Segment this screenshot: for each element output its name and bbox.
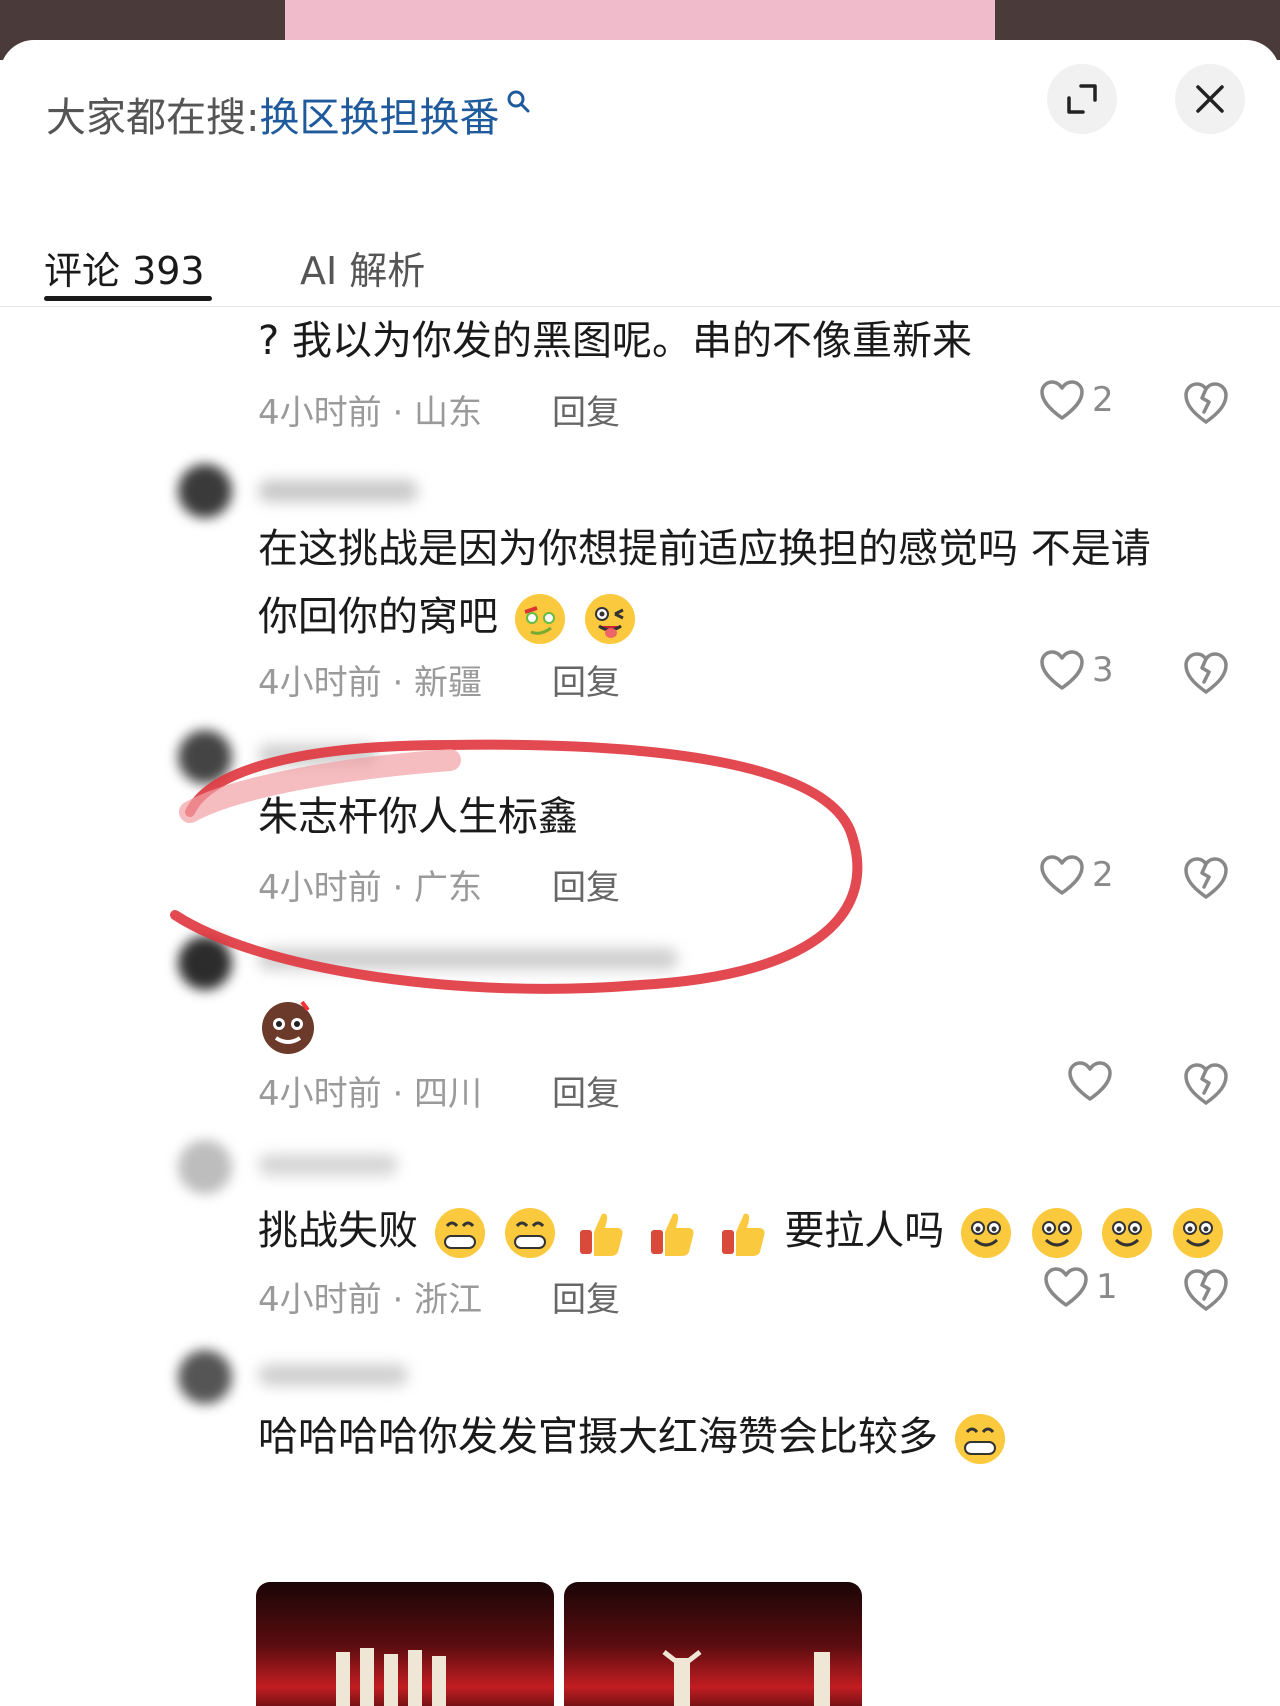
comment-2-like-count: 3 <box>1092 650 1114 690</box>
comment-5-meta: 4小时前 · 浙江 <box>258 1280 483 1320</box>
comment-5-like-button[interactable]: 1 <box>1042 1265 1118 1309</box>
username-blurred[interactable] <box>258 744 378 766</box>
comment-3-reply-button[interactable]: 回复 <box>552 860 620 909</box>
comment-3-like-button[interactable]: 2 <box>1038 853 1114 897</box>
username-blurred[interactable] <box>258 1364 408 1386</box>
comment-3-text: 朱志杆你人生标鑫 <box>258 794 578 840</box>
username-blurred[interactable] <box>258 948 678 970</box>
heart-icon <box>1040 855 1084 895</box>
comment-5-text: 挑战失败 要拉人吗 <box>258 1196 1227 1266</box>
thumbs-up-emoji-icon <box>721 1213 765 1256</box>
comment-2-like-button[interactable]: 3 <box>1038 648 1114 692</box>
trending-search-prefix: 大家都在搜: <box>46 95 260 141</box>
grin-emoji-icon <box>505 1208 556 1258</box>
wink-tongue-emoji-icon <box>585 594 636 644</box>
comment-1-reply-button[interactable]: 回复 <box>552 385 620 434</box>
search-icon <box>507 90 530 113</box>
smile-emoji-icon <box>961 1208 1012 1258</box>
close-button[interactable] <box>1175 64 1245 134</box>
avatar[interactable] <box>178 1350 232 1404</box>
active-tab-indicator <box>44 296 212 301</box>
comment-1-text: ? 我以为你发的黑图呢。串的不像重新来 <box>258 318 972 364</box>
grin-emoji-icon <box>434 1208 485 1258</box>
avatar[interactable] <box>178 464 232 518</box>
concert-photo <box>662 1650 830 1706</box>
smile-emoji-icon <box>1102 1208 1153 1258</box>
avatar[interactable] <box>178 936 232 990</box>
comment-6-text: 哈哈哈哈你发发官摄大红海赞会比较多 <box>258 1402 1009 1472</box>
comment-5-reply-button[interactable]: 回复 <box>552 1272 620 1321</box>
comment-4-meta: 4小时前 · 四川 <box>258 1074 483 1114</box>
broken-heart-icon[interactable] <box>1182 650 1230 696</box>
comment-1-like-count: 2 <box>1092 380 1114 420</box>
comment-sheet: 大家都在搜: 换区换担换番 评论 393 AI 解析 ? 我以为你发的黑图呢。串… <box>0 40 1280 1706</box>
broken-heart-icon[interactable] <box>1182 380 1230 426</box>
comment-2-text-line2-words: 你回你的窝吧 <box>258 594 498 640</box>
smirk-emoji-icon <box>514 594 565 644</box>
comment-3-like-count: 2 <box>1092 855 1114 895</box>
broken-heart-icon[interactable] <box>1182 855 1230 901</box>
concert-photo <box>336 1648 446 1706</box>
comment-4-reply-button[interactable]: 回复 <box>552 1066 620 1115</box>
comment-2-meta: 4小时前 · 新疆 <box>258 663 483 703</box>
comment-2-reply-button[interactable]: 回复 <box>552 655 620 704</box>
comment-5-like-count: 1 <box>1096 1267 1118 1307</box>
username-blurred[interactable] <box>258 1154 398 1176</box>
comment-1-like-button[interactable]: 2 <box>1038 378 1114 422</box>
comment-2-text-line2: 你回你的窝吧 <box>258 582 639 652</box>
comment-photo[interactable] <box>256 1582 554 1706</box>
tab-comments[interactable]: 评论 393 <box>44 240 205 295</box>
avatar[interactable] <box>178 1140 232 1194</box>
comment-photo[interactable] <box>564 1582 862 1706</box>
expand-button[interactable] <box>1047 64 1117 134</box>
brown-smirk-emoji-icon <box>262 1000 314 1054</box>
tab-bar: 评论 393 AI 解析 <box>0 210 1280 307</box>
tab-ai-analysis[interactable]: AI 解析 <box>300 240 425 295</box>
heart-icon <box>1068 1061 1112 1101</box>
smile-emoji-icon <box>1031 1208 1082 1258</box>
thumbs-up-emoji-icon <box>580 1213 623 1256</box>
thumbs-up-emoji-icon <box>650 1213 694 1256</box>
heart-icon <box>1040 650 1084 690</box>
heart-icon <box>1044 1267 1088 1307</box>
close-icon <box>1196 85 1224 113</box>
grin-emoji-icon <box>954 1414 1005 1464</box>
comment-4-like-button[interactable] <box>1066 1059 1120 1103</box>
comment-3-meta: 4小时前 · 广东 <box>258 868 483 908</box>
comment-5-text-a: 挑战失败 <box>258 1208 418 1254</box>
smile-emoji-icon <box>1173 1208 1224 1258</box>
trending-search[interactable]: 大家都在搜: 换区换担换番 <box>46 84 531 144</box>
comment-6-text-words: 哈哈哈哈你发发官摄大红海赞会比较多 <box>258 1414 938 1460</box>
comment-1-meta: 4小时前 · 山东 <box>258 393 483 433</box>
expand-icon <box>1067 84 1097 114</box>
broken-heart-icon[interactable] <box>1182 1267 1230 1313</box>
heart-icon <box>1040 380 1084 420</box>
comment-5-text-b: 要拉人吗 <box>784 1208 945 1254</box>
trending-search-term[interactable]: 换区换担换番 <box>259 85 499 143</box>
avatar[interactable] <box>178 730 232 784</box>
comment-2-text-line1: 在这挑战是因为你想提前适应换担的感觉吗 不是请 <box>258 526 1151 572</box>
username-blurred[interactable] <box>258 480 418 502</box>
broken-heart-icon[interactable] <box>1182 1061 1230 1107</box>
background-video-strip <box>285 0 995 40</box>
